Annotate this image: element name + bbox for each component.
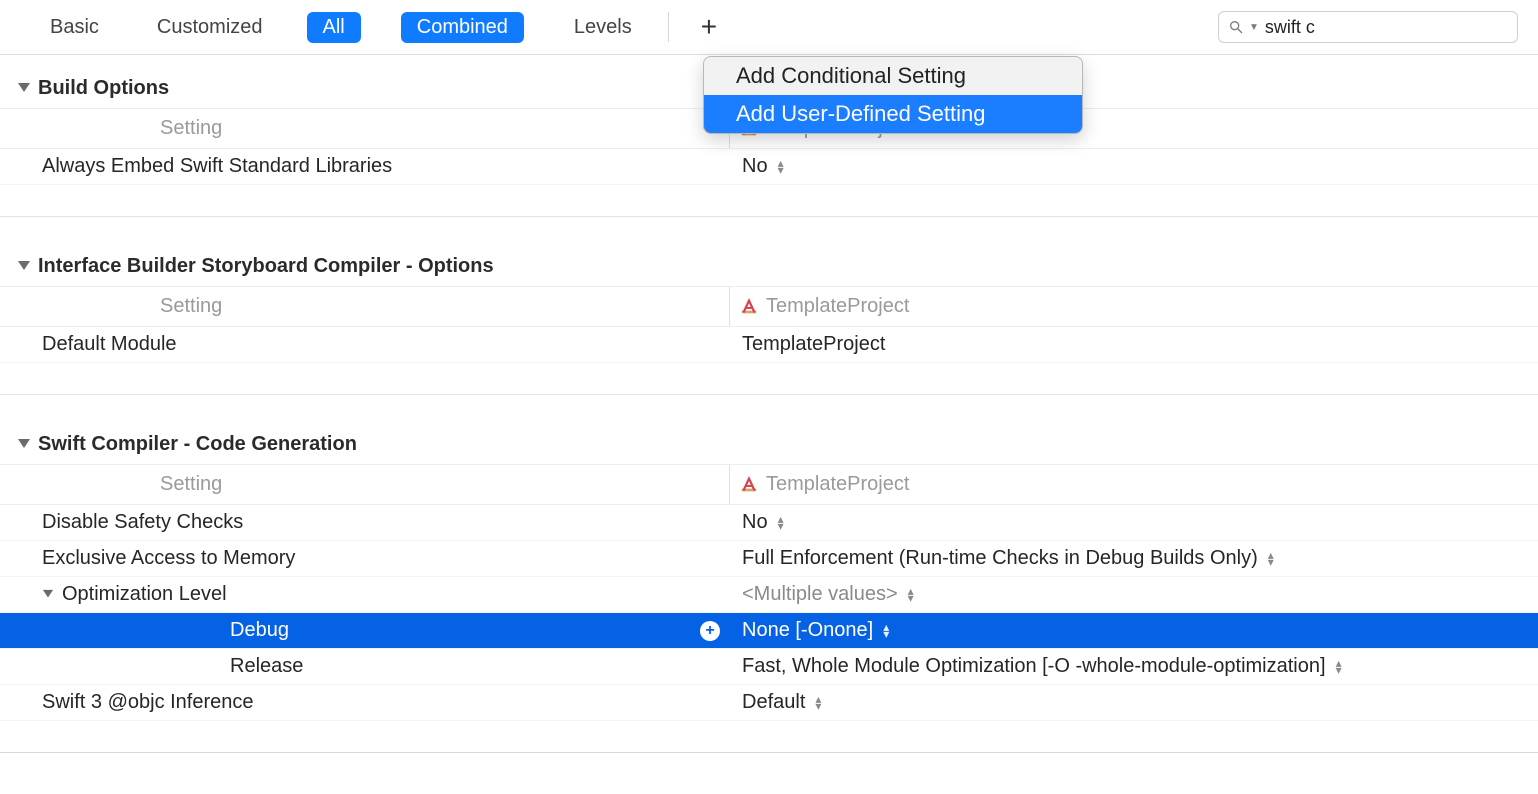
stepper-icon[interactable]: ▴▾ xyxy=(815,696,821,710)
stepper-icon[interactable]: ▴▾ xyxy=(778,160,784,174)
setting-value[interactable]: Default ▴▾ xyxy=(730,685,1538,720)
filter-customized[interactable]: Customized xyxy=(143,12,277,43)
settings-table: Build Options Setting TemplateProject Al… xyxy=(0,69,1538,753)
setting-label: Exclusive Access to Memory xyxy=(0,541,730,576)
row-swift3-objc[interactable]: Swift 3 @objc Inference Default ▴▾ xyxy=(0,685,1538,721)
setting-label: Always Embed Swift Standard Libraries xyxy=(0,149,730,184)
setting-value[interactable]: None [-Onone] ▴▾ xyxy=(730,613,1538,648)
stepper-icon[interactable]: ▴▾ xyxy=(778,516,784,530)
column-headers: Setting TemplateProject xyxy=(0,465,1538,505)
column-setting: Setting xyxy=(0,287,730,326)
search-field[interactable]: ▼ xyxy=(1218,11,1518,43)
setting-label: Disable Safety Checks xyxy=(0,505,730,540)
setting-label: Swift 3 @objc Inference xyxy=(0,685,730,720)
stepper-icon[interactable]: ▴▾ xyxy=(883,624,889,638)
filter-basic[interactable]: Basic xyxy=(36,12,113,43)
row-exclusive-access[interactable]: Exclusive Access to Memory Full Enforcem… xyxy=(0,541,1538,577)
app-icon xyxy=(738,474,760,496)
section-title: Swift Compiler - Code Generation xyxy=(38,433,357,456)
filter-all[interactable]: All xyxy=(307,12,361,43)
column-project: TemplateProject xyxy=(730,465,1538,504)
section-title: Build Options xyxy=(38,77,169,100)
column-project-label: TemplateProject xyxy=(766,295,909,318)
column-setting: Setting xyxy=(0,465,730,504)
row-default-module[interactable]: Default Module TemplateProject xyxy=(0,327,1538,363)
setting-value[interactable]: Full Enforcement (Run-time Checks in Deb… xyxy=(730,541,1538,576)
column-project: TemplateProject xyxy=(730,287,1538,326)
search-chevron-icon[interactable]: ▼ xyxy=(1249,22,1259,33)
menu-add-conditional[interactable]: Add Conditional Setting xyxy=(704,57,1082,95)
column-headers: Setting TemplateProject xyxy=(0,287,1538,327)
add-button[interactable]: + xyxy=(691,13,727,41)
add-condition-icon[interactable]: + xyxy=(700,621,720,641)
setting-label: Optimization Level xyxy=(0,577,730,612)
section-title: Interface Builder Storyboard Compiler - … xyxy=(38,255,494,278)
disclosure-triangle-icon[interactable] xyxy=(18,83,30,92)
disclosure-triangle-icon[interactable] xyxy=(18,261,30,270)
setting-value[interactable]: No ▴▾ xyxy=(730,149,1538,184)
stepper-icon[interactable]: ▴▾ xyxy=(908,588,914,602)
disclosure-triangle-icon[interactable] xyxy=(18,439,30,448)
row-optimization-level[interactable]: Optimization Level <Multiple values> ▴▾ xyxy=(0,577,1538,613)
stepper-icon[interactable]: ▴▾ xyxy=(1336,660,1342,674)
menu-add-user-defined[interactable]: Add User-Defined Setting xyxy=(704,95,1082,133)
row-optimization-debug[interactable]: Debug + None [-Onone] ▴▾ xyxy=(0,613,1538,649)
setting-value[interactable]: Fast, Whole Module Optimization [-O -who… xyxy=(730,649,1538,684)
column-project-label: TemplateProject xyxy=(766,473,909,496)
row-optimization-release[interactable]: Release Fast, Whole Module Optimization … xyxy=(0,649,1538,685)
add-menu: Add Conditional Setting Add User-Defined… xyxy=(703,56,1083,134)
row-always-embed-swift[interactable]: Always Embed Swift Standard Libraries No… xyxy=(0,149,1538,185)
search-icon xyxy=(1227,18,1245,36)
setting-value[interactable]: <Multiple values> ▴▾ xyxy=(730,577,1538,612)
filter-combined[interactable]: Combined xyxy=(401,12,524,43)
toolbar-separator xyxy=(668,12,669,42)
filter-levels[interactable]: Levels xyxy=(560,12,646,43)
setting-label: Debug + xyxy=(0,613,730,648)
section-swift-compiler[interactable]: Swift Compiler - Code Generation xyxy=(0,425,1538,465)
stepper-icon[interactable]: ▴▾ xyxy=(1268,552,1274,566)
row-disable-safety-checks[interactable]: Disable Safety Checks No ▴▾ xyxy=(0,505,1538,541)
setting-label: Release xyxy=(0,649,730,684)
search-input[interactable] xyxy=(1265,17,1509,38)
setting-value[interactable]: TemplateProject xyxy=(730,327,1538,362)
column-setting: Setting xyxy=(0,109,730,148)
section-interface-builder[interactable]: Interface Builder Storyboard Compiler - … xyxy=(0,247,1538,287)
setting-value[interactable]: No ▴▾ xyxy=(730,505,1538,540)
filter-toolbar: Basic Customized All Combined Levels + ▼ xyxy=(0,0,1538,55)
app-icon xyxy=(738,296,760,318)
setting-label: Default Module xyxy=(0,327,730,362)
disclosure-triangle-icon[interactable] xyxy=(43,590,53,598)
